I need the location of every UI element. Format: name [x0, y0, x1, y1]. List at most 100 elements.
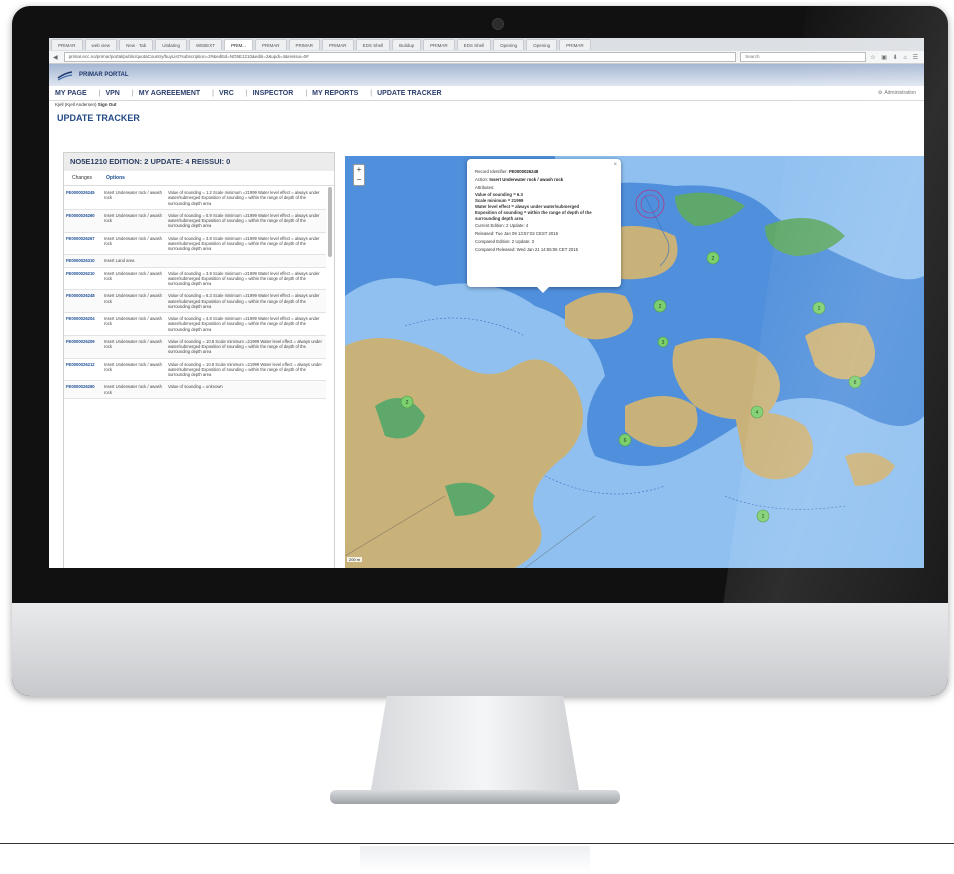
nav-my-reports[interactable]: MY REPORTS — [312, 90, 358, 97]
record-id[interactable]: FE0000026260 — [66, 213, 104, 229]
browser-tab[interactable]: EDS Shell — [456, 39, 492, 50]
browser-tab[interactable]: PRIMAR — [51, 39, 83, 50]
browser-tab[interactable]: WEBEXT — [188, 39, 222, 50]
record-action: Insert Underwater rock / awash rock — [104, 338, 162, 349]
nav-my-agreement[interactable]: MY AGREEEMENT — [139, 90, 200, 97]
record-id[interactable]: FE0000026260 — [66, 384, 104, 395]
record-desc: Value of sounding = 1.2 Scale minimum =2… — [168, 190, 320, 206]
table-row[interactable]: FE0000026260 Insert Underwater rock / awa… — [64, 381, 326, 399]
record-desc: Value of sounding = 3.9 Scale minimum =2… — [168, 270, 320, 287]
monitor-chin — [12, 603, 948, 696]
camera-icon — [492, 18, 504, 30]
table-row[interactable]: FE0000026248 Insert Underwater rock / awa… — [64, 290, 326, 313]
browser-tab-active[interactable]: PRIM... — [224, 39, 254, 50]
table-row[interactable]: FE0000026310 Insert Land area — [64, 255, 326, 268]
nav-inspector[interactable]: INSPECTOR — [253, 90, 294, 97]
record-id[interactable]: FE0000026210 — [66, 271, 104, 287]
record-id[interactable]: FE0000026310 — [66, 258, 104, 263]
user-line: Kjell (Kjell Andersen) Sign Out — [49, 101, 924, 109]
user-name: Kjell (Kjell Andersen) — [55, 102, 97, 107]
table-row[interactable]: FE0000026267 Insert Underwater rock / awa… — [64, 233, 326, 256]
zoom-control: + − — [353, 164, 365, 186]
browser-tab[interactable]: New · Tab — [119, 39, 154, 50]
record-id[interactable]: FE0000026267 — [66, 236, 104, 252]
nav-vrc[interactable]: VRC — [219, 90, 234, 97]
main-nav: MY PAGE | VPN | MY AGREEEMENT | VRC | INSPEC… — [49, 86, 924, 101]
nav-vpn[interactable]: VPN — [105, 90, 119, 97]
sign-out-link[interactable]: Sign Out — [98, 102, 117, 107]
record-id[interactable]: FE0000026209 — [66, 339, 104, 355]
feature-popup: × Record Identifier: FE0000026248 Action… — [467, 159, 621, 293]
tab-options[interactable]: Options — [106, 175, 125, 181]
nav-my-page[interactable]: MY PAGE — [55, 90, 87, 97]
record-id[interactable]: FE0000026248 — [66, 293, 104, 309]
browser-tab[interactable]: PRIMAR — [322, 39, 354, 50]
browser-tab[interactable]: Buildup — [392, 39, 422, 50]
table-row[interactable]: FE0000026260 Insert Underwater rock / awa… — [64, 209, 326, 233]
record-desc: Value of sounding = 5.9 Scale minimum =2… — [168, 212, 320, 229]
zoom-out-button[interactable]: − — [354, 175, 364, 185]
desk-edge — [0, 843, 954, 844]
url-field[interactable]: primar.ecc.no/primar/portal/public/quota… — [63, 52, 737, 62]
admin-link[interactable]: ⚙ Administration — [878, 90, 916, 96]
close-icon[interactable]: × — [613, 161, 617, 169]
cluster-count: 4 — [756, 410, 759, 416]
record-action: Insert Underwater rock / awash rock — [104, 316, 162, 327]
popup-attributes-label: Attributes: — [475, 184, 495, 190]
record-desc: Value of sounding = 3.8 Scale minimum =2… — [168, 235, 320, 252]
record-action: Insert Land area — [104, 258, 135, 264]
admin-label: Administration — [884, 90, 916, 96]
search-input[interactable]: Search — [740, 52, 867, 62]
record-id[interactable]: FE0000026212 — [66, 362, 104, 378]
cluster-count: 8 — [854, 380, 857, 386]
browser-screen: PRIMAR web view New · Tab Uitdating WEBE… — [49, 38, 924, 568]
tab-changes[interactable]: Changes — [72, 175, 92, 181]
browser-tab[interactable]: PRIMAR — [423, 39, 455, 50]
panel-scrollbar[interactable] — [328, 187, 332, 257]
browser-tab[interactable]: Uitdating — [155, 39, 187, 50]
record-desc: Value of sounding = unknown — [168, 384, 223, 390]
nautical-map[interactable]: 2 2 2 2 6 8 4 3 2 + − 200 m — [345, 156, 924, 568]
popup-record-id: FE0000026248 — [508, 169, 539, 174]
popup-record-label: Record Identifier: — [475, 169, 508, 174]
zoom-in-button[interactable]: + — [354, 165, 364, 175]
browser-tab[interactable]: web view — [84, 39, 118, 50]
monitor-base — [330, 790, 620, 804]
toolbar-icons[interactable]: ☆ ▣ ⬇ ⌂ ☰ — [870, 54, 920, 61]
panel-heading: NO5E1210 EDITION: 2 UPDATE: 4 REISSUI: 0 — [64, 153, 334, 171]
monitor-stand — [370, 696, 580, 796]
cluster-count: 2 — [762, 514, 765, 520]
map-canvas[interactable]: 2 2 2 2 6 8 4 3 2 — [345, 156, 924, 568]
record-id[interactable]: FE0000026204 — [66, 316, 104, 332]
record-action: Insert Underwater rock / awash rock — [104, 361, 162, 372]
record-id[interactable]: FE0000026245 — [66, 190, 104, 206]
browser-tab[interactable]: Opening — [526, 39, 558, 50]
table-row[interactable]: FE0000026245 Insert Underwater rock / awa… — [64, 187, 326, 210]
table-row[interactable]: FE0000026212 Insert Underwater rock / awa… — [64, 359, 326, 382]
panel-tabs: Changes Options — [64, 171, 334, 186]
record-action: Insert Underwater rock / awash rock — [104, 270, 162, 281]
portal-header: PRIMAR PORTAL — [49, 64, 924, 86]
table-row[interactable]: FE0000026204 Insert Underwater rock / awa… — [64, 313, 326, 336]
table-row[interactable]: FE0000026209 Insert Underwater rock / awa… — [64, 335, 326, 359]
record-action: Insert Underwater rock / awash rock — [104, 384, 162, 395]
browser-tab[interactable]: Opening — [493, 39, 525, 50]
record-desc — [168, 258, 324, 263]
cluster-count: 6 — [624, 438, 627, 444]
cluster-count: 2 — [712, 256, 715, 262]
browser-tab[interactable]: PRIMAR — [288, 39, 321, 50]
address-bar: ◀ primar.ecc.no/primar/portal/public/quo… — [49, 51, 924, 64]
cluster-count: 2 — [406, 400, 409, 406]
popup-current: Current Edition: 2 Update: 4 — [475, 223, 529, 229]
browser-tab[interactable]: PRIMAR — [255, 39, 287, 50]
record-desc: Value of sounding = 6.3 Scale minimum =2… — [168, 293, 320, 309]
table-row[interactable]: FE0000026210 Insert Underwater rock / awa… — [64, 268, 326, 291]
browser-tab[interactable]: PRIMAR — [559, 39, 591, 50]
record-desc: Value of sounding = 4.8 Scale minimum =2… — [168, 316, 320, 332]
back-icon[interactable]: ◀ — [53, 54, 60, 61]
browser-tab[interactable]: EDS Shell — [355, 39, 391, 50]
changes-list: FE0000026245 Insert Underwater rock / awa… — [64, 187, 326, 399]
portal-title: PRIMAR PORTAL — [79, 72, 129, 78]
cluster-count: 2 — [659, 304, 662, 310]
nav-update-tracker[interactable]: UPDATE TRACKER — [377, 90, 441, 97]
